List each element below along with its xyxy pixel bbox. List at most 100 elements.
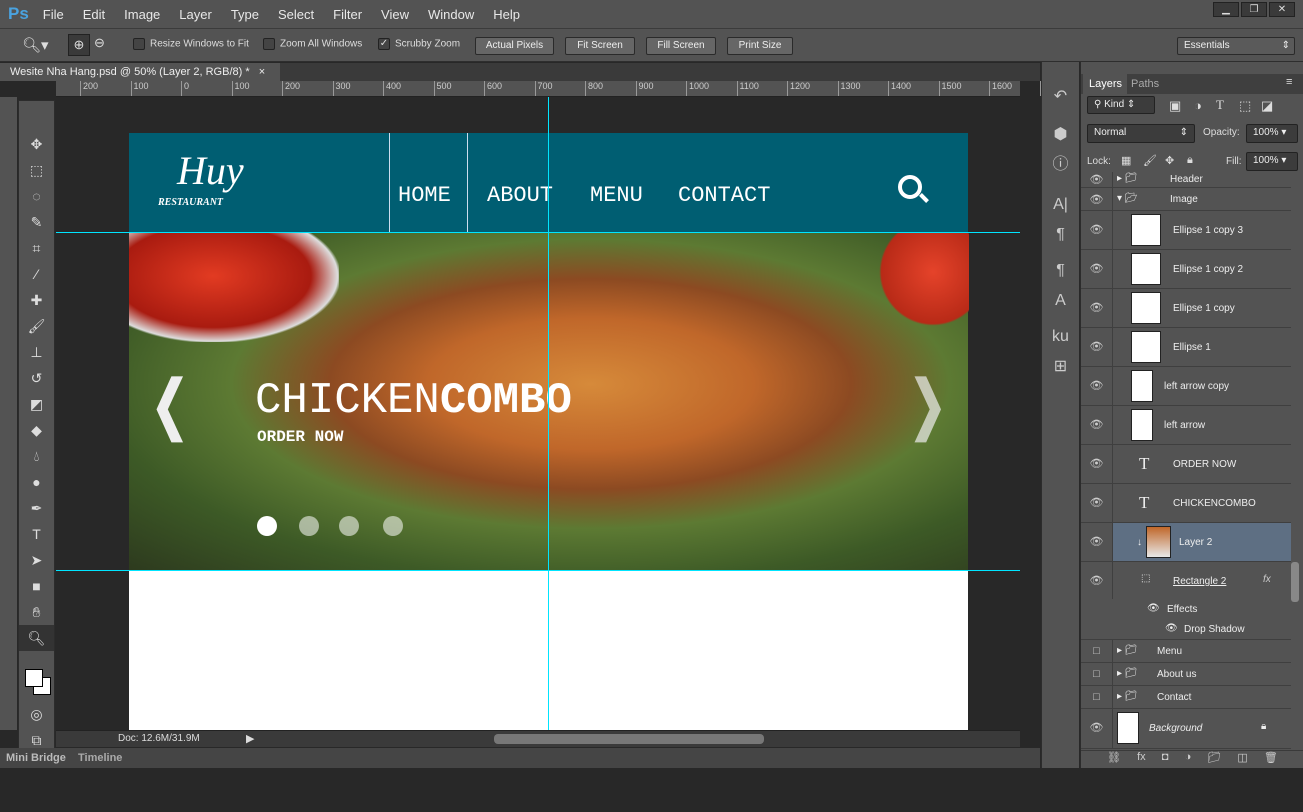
menu-select[interactable]: Select [278,7,314,22]
paragraph-icon[interactable]: ¶ [1042,220,1079,250]
new-layer-icon[interactable]: ◫ [1237,751,1247,768]
layer-group-contact[interactable]: □ ▸ 📁︎ Contact [1081,686,1291,709]
link-layers-icon[interactable]: ⛓︎ [1107,751,1121,768]
layer-row[interactable]: 👁︎ Ellipse 1 copy 3 [1081,211,1291,250]
visibility-eye-icon[interactable]: 👁︎ [1081,445,1113,483]
search-icon[interactable] [898,175,929,203]
guide-horizontal[interactable] [56,232,1020,233]
visibility-eye-icon[interactable]: 👁︎ [1081,328,1113,366]
order-now-link[interactable]: ORDER NOW [257,428,343,446]
right-arrow-icon[interactable]: ❯ [909,367,947,442]
effects-row[interactable]: 👁︎ Effects [1081,599,1291,619]
layer-row[interactable]: 👁︎ Ellipse 1 copy 2 [1081,250,1291,289]
info-icon[interactable]: ⓘ [1042,150,1079,180]
menu-file[interactable]: File [43,7,64,22]
zoom-tool-icon[interactable]: 🔍︎▾ [22,36,49,54]
visibility-eye-icon[interactable]: 👁︎ [1081,211,1113,249]
eyedropper-tool-icon[interactable]: ⁄ [19,261,54,287]
panel-menu-icon[interactable]: ≡ [1286,76,1292,88]
print-size-button[interactable]: Print Size [727,37,793,55]
layer-group-about[interactable]: □ ▸ 📁︎ About us [1081,663,1291,686]
folder-icon[interactable]: ▸ 📁︎ [1117,645,1138,656]
layer-group-menu[interactable]: □ ▸ 📁︎ Menu [1081,640,1291,663]
lock-pixels-icon[interactable]: 🖌︎ [1143,154,1157,167]
add-mask-icon[interactable]: ◘ [1162,751,1169,768]
delete-layer-icon[interactable]: 🗑︎ [1264,751,1278,768]
pen-tool-icon[interactable]: ✒ [19,495,54,521]
canvas-area[interactable]: Huy RESTAURANT HOME ABOUT MENU CONTACT ❮… [56,97,1020,730]
menu-view[interactable]: View [381,7,409,22]
visibility-eye-icon[interactable]: 👁︎ [1081,188,1113,210]
layer-row[interactable]: 👁︎ ⬚ Rectangle 2 fx [1081,562,1291,599]
marquee-tool-icon[interactable]: ⬚ [19,157,54,183]
visibility-box-icon[interactable]: □ [1081,663,1113,685]
layer-row[interactable]: 👁︎ Ellipse 1 [1081,328,1291,367]
folder-icon[interactable]: ▸ 📁︎ [1117,691,1138,702]
nav-contact[interactable]: CONTACT [678,183,770,208]
eraser-tool-icon[interactable]: ◩ [19,391,54,417]
history-brush-tool-icon[interactable]: ↺ [19,365,54,391]
menu-layer[interactable]: Layer [179,7,212,22]
guide-vertical[interactable] [548,97,549,730]
dodge-tool-icon[interactable]: ● [19,469,54,495]
blend-mode-select[interactable]: Normal ⇕ [1087,124,1195,143]
visibility-box-icon[interactable]: □ [1081,640,1113,662]
layer-row[interactable]: 👁︎ Ellipse 1 copy [1081,289,1291,328]
move-tool-icon[interactable]: ✥ [19,131,54,157]
workspace-select[interactable]: Essentials ⇕ [1177,37,1295,55]
horizontal-scrollbar[interactable] [494,734,764,744]
nav-about[interactable]: ABOUT [487,183,553,208]
add-style-icon[interactable]: fx [1137,751,1146,768]
visibility-eye-icon[interactable]: 👁︎ [1081,289,1113,327]
fit-screen-button[interactable]: Fit Screen [565,37,635,55]
tab-timeline[interactable]: Timeline [78,752,122,764]
layer-row-selected[interactable]: 👁︎ ↓ Layer 2 [1081,523,1291,562]
new-group-icon[interactable]: 📁︎ [1207,751,1221,768]
slider-dot[interactable] [299,516,319,536]
zoom-in-icon[interactable]: ⊕ [68,34,90,56]
visibility-eye-icon[interactable]: 👁︎ [1147,603,1160,614]
left-arrow-icon[interactable]: ❮ [151,367,189,442]
brush-tool-icon[interactable]: 🖌︎ [19,313,54,339]
menu-filter[interactable]: Filter [333,7,362,22]
zoom-all-windows-checkbox[interactable]: Zoom All Windows [263,38,362,50]
quick-mask-icon[interactable]: ◎ [19,701,54,727]
visibility-eye-icon[interactable]: 👁︎ [1081,250,1113,288]
blur-tool-icon[interactable]: 💧︎ [19,443,54,469]
menu-image[interactable]: Image [124,7,160,22]
actual-pixels-button[interactable]: Actual Pixels [475,37,554,55]
visibility-eye-icon[interactable]: 👁︎ [1081,406,1113,444]
visibility-eye-icon[interactable]: 👁︎ [1165,623,1178,634]
crop-tool-icon[interactable]: ⌗ [19,235,54,261]
quick-select-tool-icon[interactable]: ✎ [19,209,54,235]
layer-row[interactable]: 👁︎ T CHICKENCOMBO [1081,484,1291,523]
nav-home[interactable]: HOME [398,183,451,208]
tab-paths[interactable]: Paths [1131,78,1159,90]
slider-dot[interactable] [339,516,359,536]
rectangle-tool-icon[interactable]: ■ [19,573,54,599]
paragraph-styles-icon[interactable]: ¶ [1042,256,1079,286]
character-styles-icon[interactable]: A [1042,286,1079,316]
layer-group-image[interactable]: 👁︎ ▾ 📂︎ Image [1081,188,1291,211]
fill-input[interactable]: 100% ▾ [1246,152,1298,171]
visibility-eye-icon[interactable]: 👁︎ [1081,709,1113,748]
folder-icon[interactable]: ▸ 📁︎ [1117,173,1138,184]
menu-edit[interactable]: Edit [83,7,105,22]
stamp-tool-icon[interactable]: ⊥ [19,339,54,365]
status-menu-arrow-icon[interactable]: ▶ [246,732,254,745]
filter-smart-object-icon[interactable]: ◪ [1261,98,1273,114]
hand-tool-icon[interactable]: ✋︎ [19,599,54,625]
lock-transparent-icon[interactable]: ▦ [1121,154,1131,167]
layer-background[interactable]: 👁︎ Background 🔒︎ [1081,709,1291,749]
visibility-eye-icon[interactable]: 👁︎ [1081,562,1113,599]
guide-horizontal[interactable] [56,570,1020,571]
path-select-tool-icon[interactable]: ➤ [19,547,54,573]
libraries-icon[interactable]: ⊞ [1042,352,1079,382]
filter-type-icon[interactable]: T [1216,97,1224,113]
menu-type[interactable]: Type [231,7,259,22]
kuler-icon[interactable]: ku [1042,322,1079,352]
menu-window[interactable]: Window [428,7,474,22]
zoom-tool-icon[interactable]: 🔍︎ [19,625,54,651]
visibility-eye-icon[interactable]: 👁︎ [1081,523,1113,561]
history-icon[interactable]: ↶ [1042,82,1079,112]
